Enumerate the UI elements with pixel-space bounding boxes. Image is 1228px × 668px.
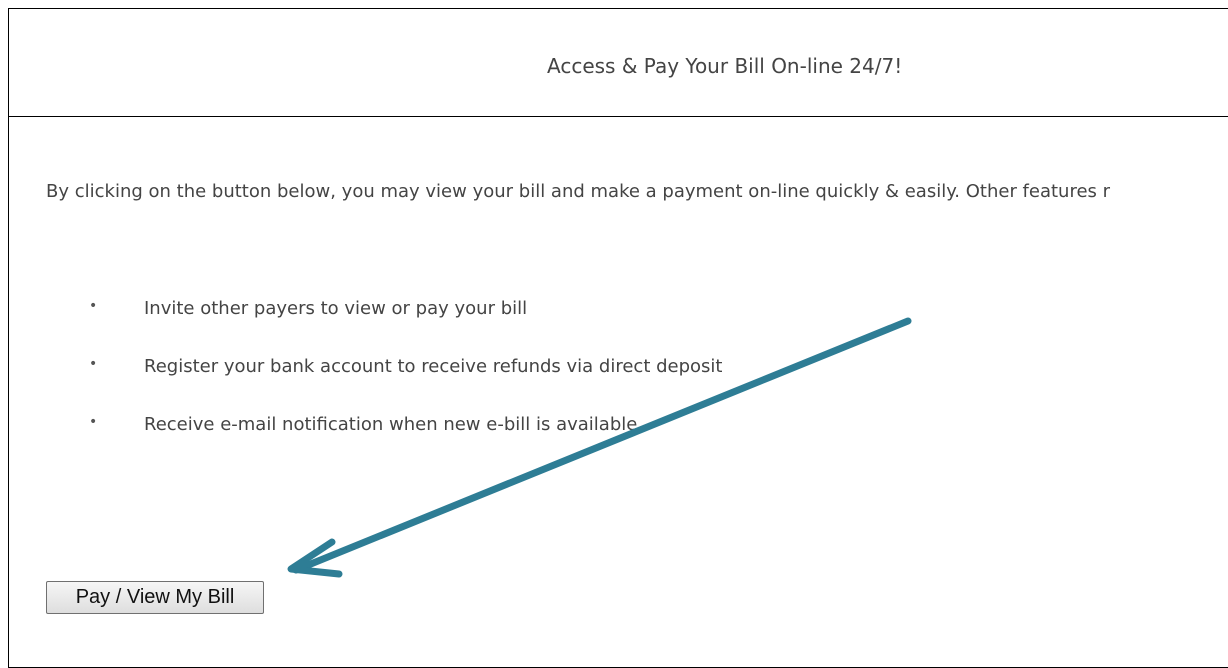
page-title: Access & Pay Your Bill On-line 24/7! — [547, 54, 903, 78]
pay-view-bill-button[interactable]: Pay / View My Bill — [46, 581, 264, 614]
feature-register-bank: Register your bank account to receive re… — [144, 356, 723, 377]
bullet-icon: • — [89, 414, 98, 430]
header-panel: Access & Pay Your Bill On-line 24/7! — [9, 9, 1228, 117]
intro-text: By clicking on the button below, you may… — [46, 181, 1111, 202]
feature-email-notification: Receive e-mail notification when new e-b… — [144, 414, 638, 435]
bullet-icon: • — [89, 356, 98, 372]
bullet-icon: • — [89, 298, 98, 314]
feature-invite-payers: Invite other payers to view or pay your … — [144, 298, 528, 319]
content-frame: Access & Pay Your Bill On-line 24/7! By … — [8, 8, 1228, 668]
